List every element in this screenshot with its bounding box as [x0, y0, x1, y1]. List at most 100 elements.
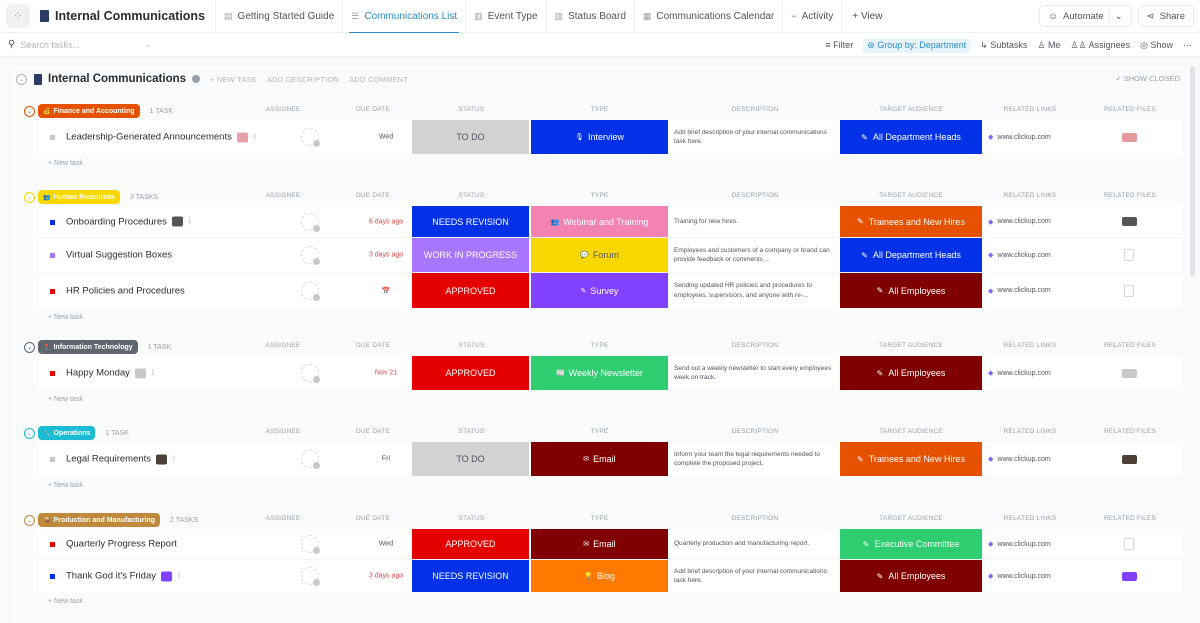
- type-cell[interactable]: 🎙 Interview: [531, 120, 668, 154]
- related-link-text[interactable]: www.clickup.com: [997, 541, 1050, 548]
- add-assignee-icon[interactable]: [301, 535, 320, 554]
- column-header-status[interactable]: STATUS: [413, 342, 530, 349]
- column-header-assignee[interactable]: ASSIGNEE: [263, 106, 303, 113]
- share-button[interactable]: ⋖ Share: [1137, 5, 1194, 27]
- task-name-label[interactable]: Virtual Suggestion Boxes: [66, 250, 172, 261]
- file-thumbnail[interactable]: [1121, 368, 1137, 378]
- column-header-assignee[interactable]: ASSIGNEE: [263, 192, 303, 199]
- status-cell[interactable]: APPROVED: [412, 273, 529, 308]
- target-audience-cell[interactable]: ✎ All Department Heads: [840, 120, 982, 154]
- column-header-related-links[interactable]: RELATED LINKS: [990, 428, 1070, 435]
- add-description-button[interactable]: ADD DESCRIPTION: [267, 75, 339, 84]
- tab-communications-calendar[interactable]: ▦ Communications Calendar: [633, 0, 782, 33]
- task-name-label[interactable]: HR Policies and Procedures: [66, 285, 185, 296]
- column-header-assignee[interactable]: ASSIGNEE: [263, 515, 303, 522]
- collapse-group-icon[interactable]: ⌄: [24, 105, 35, 117]
- task-name-label[interactable]: Quarterly Progress Report: [66, 539, 177, 550]
- file-icon[interactable]: [1124, 538, 1134, 550]
- collapse-group-icon[interactable]: ⌄: [24, 341, 35, 353]
- info-icon[interactable]: [192, 75, 201, 83]
- column-header-assignee[interactable]: ASSIGNEE: [263, 342, 303, 349]
- related-files-cell[interactable]: [1096, 560, 1162, 592]
- subtasks-button[interactable]: ↳ Subtasks: [980, 40, 1027, 51]
- related-files-cell[interactable]: [1096, 529, 1162, 559]
- related-files-cell[interactable]: [1096, 120, 1162, 154]
- task-row[interactable]: Leadership-Generated Announcements ⌇ Wed TO…: [38, 120, 1182, 154]
- task-row[interactable]: HR Policies and Procedures 📅 APPROVED ✎ Surv…: [38, 272, 1182, 308]
- task-name[interactable]: Leadership-Generated Announcements ⌇: [66, 132, 257, 143]
- task-name-label[interactable]: Happy Monday: [66, 368, 130, 379]
- column-header-related-files[interactable]: RELATED FILES: [1095, 192, 1165, 199]
- column-header-target-audience[interactable]: TARGET AUDIENCE: [840, 342, 982, 349]
- related-link-text[interactable]: www.clickup.com: [997, 573, 1050, 580]
- show-closed-toggle[interactable]: ✓ SHOW CLOSED: [1115, 74, 1180, 83]
- column-header-related-files[interactable]: RELATED FILES: [1095, 342, 1165, 349]
- column-header-type[interactable]: TYPE: [531, 106, 668, 113]
- chevron-down-icon[interactable]: ⌄: [1115, 11, 1123, 22]
- tab-event-type[interactable]: ▥ Event Type: [465, 0, 545, 33]
- automate-button[interactable]: ☺ Automate ⌄: [1039, 5, 1132, 27]
- add-assignee-icon[interactable]: [301, 281, 320, 301]
- collapse-group-icon[interactable]: ⌄: [24, 427, 35, 439]
- column-header-status[interactable]: STATUS: [413, 192, 530, 199]
- related-files-cell[interactable]: [1096, 238, 1162, 272]
- column-header-type[interactable]: TYPE: [531, 342, 668, 349]
- column-header-status[interactable]: STATUS: [413, 515, 530, 522]
- related-link-text[interactable]: www.clickup.com: [997, 370, 1050, 377]
- column-header-target-audience[interactable]: TARGET AUDIENCE: [840, 428, 982, 435]
- related-files-cell[interactable]: [1096, 442, 1162, 476]
- column-header-status[interactable]: STATUS: [413, 428, 530, 435]
- related-files-cell[interactable]: [1096, 273, 1162, 308]
- status-cell[interactable]: NEEDS REVISION: [412, 206, 529, 237]
- related-link-cell[interactable]: ◆ www.clickup.com: [988, 273, 1088, 308]
- column-header-description[interactable]: DESCRIPTION: [672, 342, 838, 349]
- column-header-related-files[interactable]: RELATED FILES: [1095, 428, 1165, 435]
- add-assignee-icon[interactable]: [301, 450, 320, 469]
- column-header-related-links[interactable]: RELATED LINKS: [990, 342, 1070, 349]
- column-header-related-links[interactable]: RELATED LINKS: [990, 106, 1070, 113]
- target-audience-cell[interactable]: ✎ Executive Committee: [840, 529, 982, 559]
- add-assignee-icon[interactable]: [301, 567, 320, 586]
- search-input[interactable]: ⚲ Search tasks... ⌄: [8, 39, 152, 50]
- target-audience-cell[interactable]: ✎ All Employees: [840, 356, 982, 390]
- column-header-related-links[interactable]: RELATED LINKS: [990, 192, 1070, 199]
- add-view-button[interactable]: + View: [841, 0, 892, 33]
- due-date[interactable]: 6 days ago: [356, 218, 416, 225]
- column-header-description[interactable]: DESCRIPTION: [672, 428, 838, 435]
- new-task-button[interactable]: + New task: [48, 592, 1182, 610]
- description-cell[interactable]: Quarterly production and manufacturing r…: [672, 529, 838, 559]
- tab-communications-list[interactable]: ☰ Communications List: [342, 0, 465, 34]
- due-date[interactable]: Wed: [356, 541, 416, 548]
- file-icon[interactable]: [1124, 284, 1134, 297]
- column-header-description[interactable]: DESCRIPTION: [672, 515, 838, 522]
- status-cell[interactable]: TO DO: [412, 120, 529, 154]
- column-header-due-date[interactable]: DUE DATE: [348, 192, 398, 199]
- type-cell[interactable]: 💡 Blog: [531, 560, 668, 592]
- task-name[interactable]: Legal Requirements ⌇: [66, 454, 176, 465]
- column-header-status[interactable]: STATUS: [413, 106, 530, 113]
- list-title[interactable]: Internal Communications: [40, 9, 205, 23]
- column-header-description[interactable]: DESCRIPTION: [672, 192, 838, 199]
- group-tag[interactable]: 🔧 Operations: [38, 426, 96, 440]
- column-header-type[interactable]: TYPE: [531, 192, 668, 199]
- related-link-text[interactable]: www.clickup.com: [997, 252, 1050, 259]
- task-name-label[interactable]: Leadership-Generated Announcements: [66, 132, 232, 143]
- type-cell[interactable]: ✉ Email: [531, 442, 668, 476]
- task-name-label[interactable]: Legal Requirements: [66, 454, 151, 465]
- column-header-due-date[interactable]: DUE DATE: [348, 342, 398, 349]
- type-cell[interactable]: ✉ Email: [531, 529, 668, 559]
- task-name[interactable]: Onboarding Procedures ⌇: [66, 216, 192, 227]
- related-link-cell[interactable]: ◆ www.clickup.com: [988, 238, 1088, 272]
- me-button[interactable]: ♙ Me: [1037, 40, 1060, 51]
- target-audience-cell[interactable]: ✎ All Employees: [840, 273, 982, 308]
- collapse-icon[interactable]: ⌄: [16, 73, 27, 85]
- file-thumbnail[interactable]: [1121, 454, 1137, 464]
- target-audience-cell[interactable]: ✎ All Department Heads: [840, 238, 982, 272]
- related-link-text[interactable]: www.clickup.com: [997, 134, 1050, 141]
- column-header-target-audience[interactable]: TARGET AUDIENCE: [840, 106, 982, 113]
- chevron-down-icon[interactable]: ⌄: [145, 40, 152, 49]
- column-header-related-files[interactable]: RELATED FILES: [1095, 515, 1165, 522]
- tab-getting-started-guide[interactable]: ▤ Getting Started Guide: [215, 0, 342, 33]
- tab-activity[interactable]: ⌁ Activity: [782, 0, 841, 33]
- related-link-cell[interactable]: ◆ www.clickup.com: [988, 120, 1088, 154]
